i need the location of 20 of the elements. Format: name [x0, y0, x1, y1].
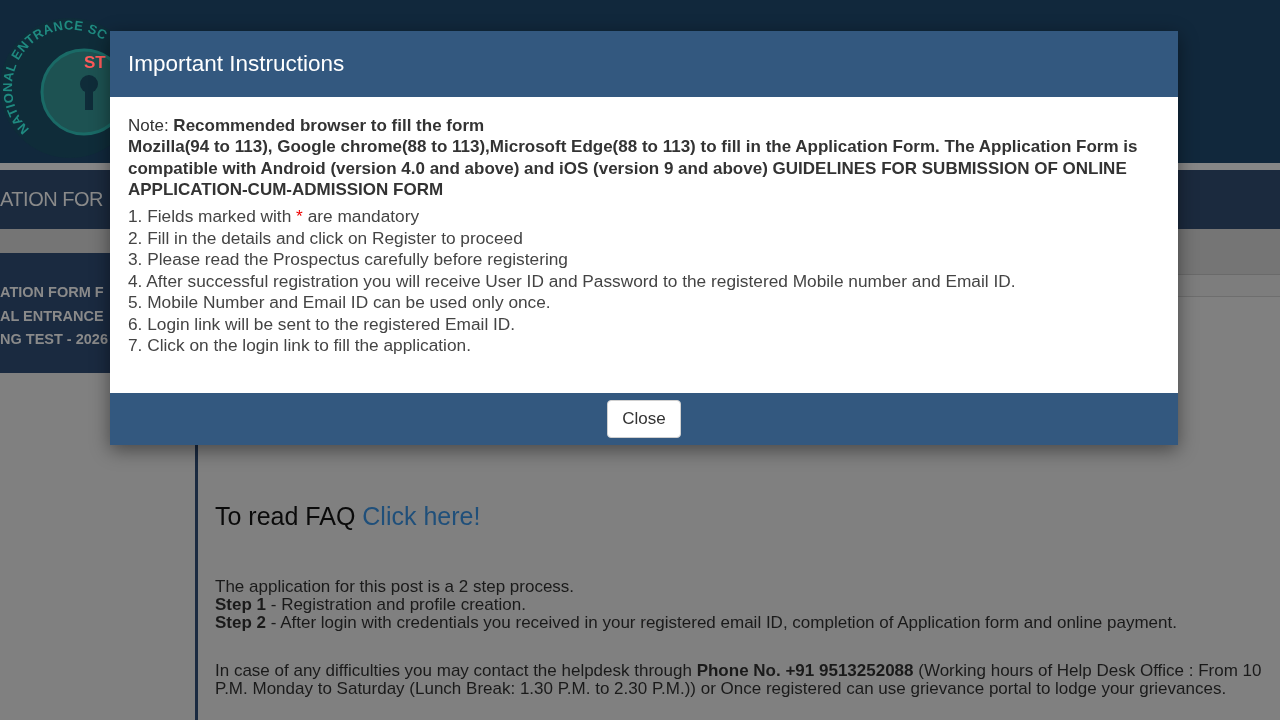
nav-title: ATION FOR	[0, 188, 103, 211]
dialog-title: Important Instructions	[128, 51, 345, 77]
instruction-text: 5. Mobile Number and Email ID can be used only once.	[128, 292, 551, 314]
note-heading: Note: Recommended browser to fill the form	[128, 115, 485, 137]
process-text: The application for this post is a 2 step process.	[215, 578, 575, 596]
guide-text: To read FAQ Click here!	[215, 501, 481, 531]
instruction-text: 3. Please read the Prospectus carefully before registering	[128, 249, 568, 271]
instruction-text: 6. Login link will be sent to the registered Email ID.	[128, 313, 516, 336]
browser-note: Mozilla(94 to 113), Google chrome(88 to 113),Microsoft Edge(88 to 113) to fill in the Application Form. The Application Form is compatible with Android (version 4.0 and above) and iOS (version 9 and above) GUIDELINES FOR SUBMISSION OF ONLINE APPLICATION-CUM-ADMISSION FORM	[128, 136, 1139, 201]
instruction-text: 4. After successful registration you will receive User ID and Password to the registered Mobile number and Email ID.	[128, 270, 1016, 293]
instruction-text: 1. Fields marked with * are mandatory	[128, 206, 420, 228]
close-button[interactable]: Close	[607, 400, 681, 438]
helpdesk-text: In case of any difficulties you may contact the helpdesk through Phone No. +91 9513252088 (Working hours of Help Desk Office : From 10 P.M. Monday to Saturday (Lunch Break: 1.30 P.M. to 2.30 P.M.)) or Once registered can use grievance portal to lodge your grievances.	[215, 662, 1262, 698]
sidebar-heading: AL ENTRANCE	[0, 306, 104, 326]
process-text: Step 1 - Registration and profile creation.	[215, 596, 526, 614]
sidebar-heading: ATION FORM F	[0, 283, 104, 302]
sidebar-heading: NG TEST - 2026	[0, 330, 108, 349]
instruction-text: 7. Click on the login link to fill the application.	[128, 335, 471, 357]
process-text: Step 2 - After login with credentials you received in your registered email ID, completion of Application form and online payment.	[215, 614, 1177, 632]
instruction-text: 2. Fill in the details and click on Register to proceed	[128, 227, 523, 250]
